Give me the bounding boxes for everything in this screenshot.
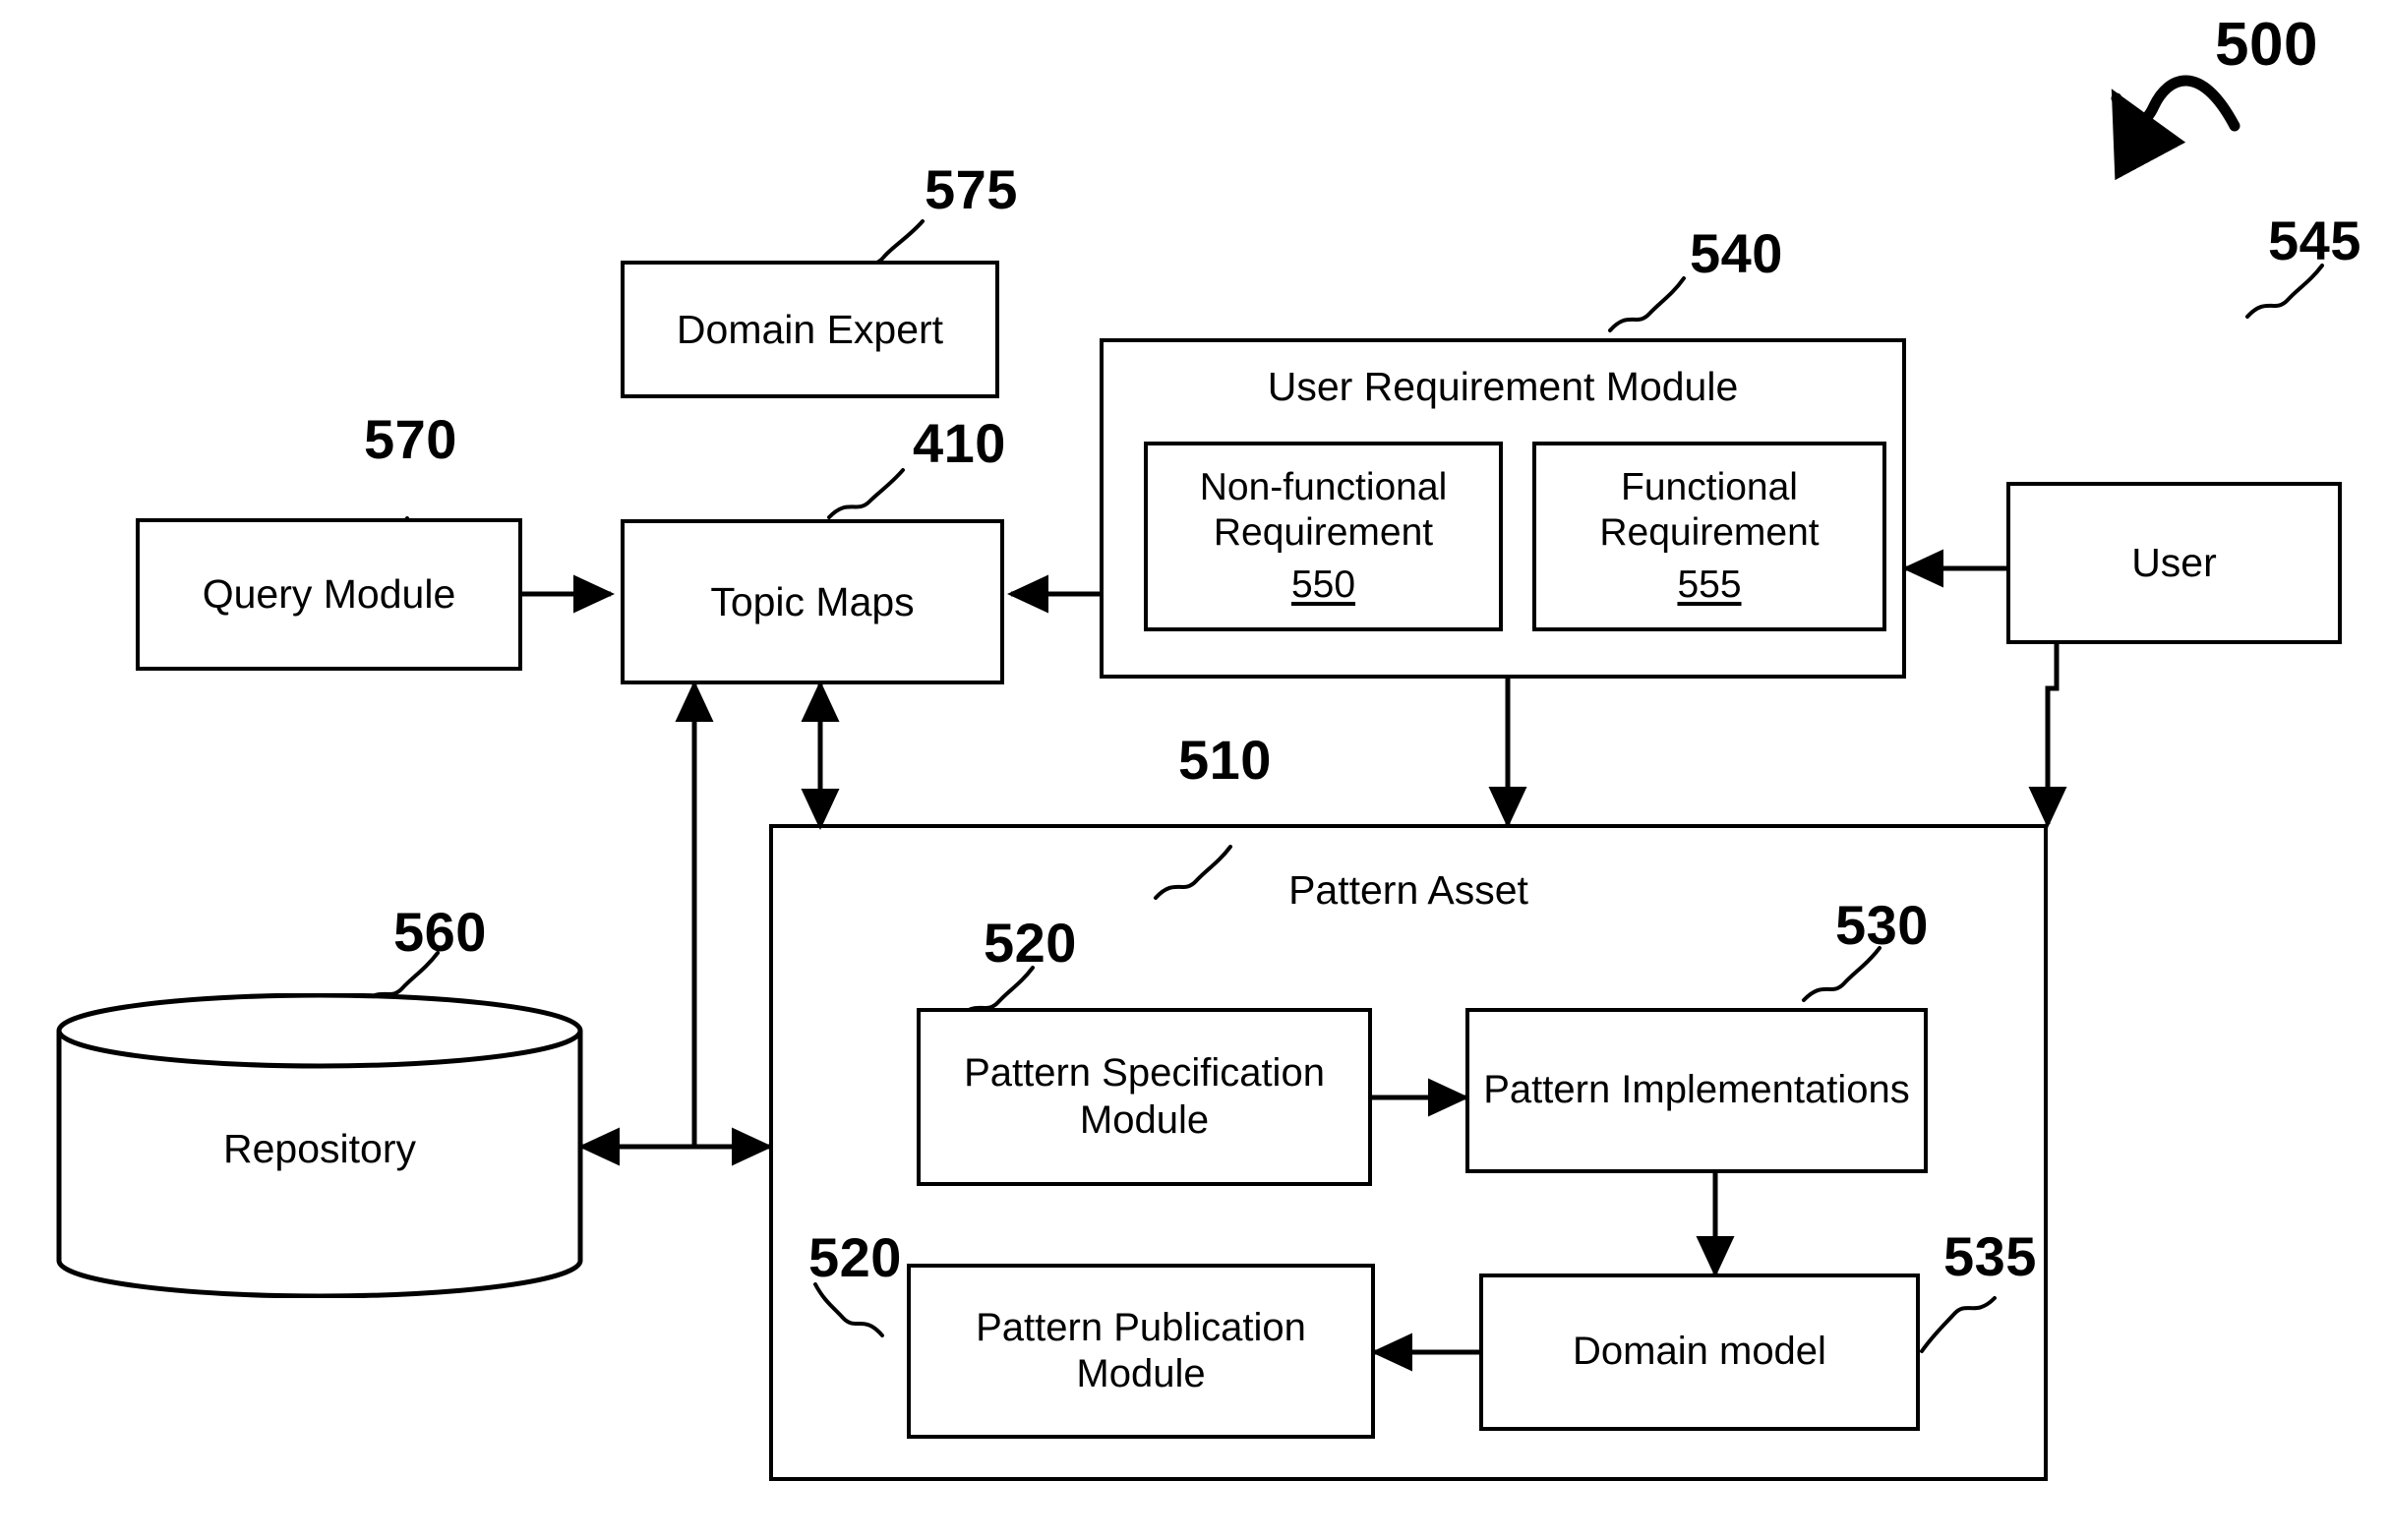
domain-model-label: Domain model — [1573, 1330, 1826, 1374]
node-pattern-implementations[interactable]: Pattern Implementations — [1465, 1008, 1928, 1173]
user-requirement-module-label: User Requirement Module — [1267, 364, 1739, 409]
ref-540: 540 — [1690, 222, 1783, 284]
ref-510: 510 — [1178, 729, 1272, 791]
repository-label: Repository — [223, 1126, 416, 1171]
node-query-module[interactable]: Query Module — [136, 518, 522, 671]
pattern-specification-module-label: Pattern Specification Module — [964, 1051, 1325, 1142]
domain-expert-label: Domain Expert — [676, 306, 944, 352]
non-functional-requirement-title: Non-functional Requirement — [1199, 466, 1448, 555]
ref-410: 410 — [913, 412, 1006, 474]
ref-560: 560 — [393, 901, 487, 963]
functional-requirement-ref: 555 — [1677, 563, 1742, 606]
node-user[interactable]: User — [2006, 482, 2342, 644]
node-functional-requirement[interactable]: Functional Requirement 555 — [1532, 442, 1886, 631]
figure-ref-500: 500 — [2215, 11, 2318, 79]
wire-user-to-pattern-asset — [2028, 644, 2067, 829]
pattern-implementations-label: Pattern Implementations — [1483, 1068, 1910, 1112]
functional-requirement-title: Functional Requirement — [1599, 466, 1820, 555]
non-functional-requirement-ref: 550 — [1290, 563, 1356, 606]
ref-520-specification: 520 — [984, 912, 1077, 974]
query-module-label: Query Module — [202, 571, 456, 618]
node-topic-maps[interactable]: Topic Maps — [621, 519, 1004, 684]
node-domain-expert[interactable]: Domain Expert — [621, 261, 999, 398]
non-functional-requirement-label: Non-functional Requirement 550 — [1148, 465, 1499, 607]
topic-maps-label: Topic Maps — [710, 578, 915, 624]
patent-figure-canvas: 500 575 Domain Expert 570 Query Module 4… — [0, 0, 2389, 1540]
user-label: User — [2131, 540, 2217, 586]
node-repository[interactable]: Repository — [54, 992, 585, 1299]
node-pattern-publication-module[interactable]: Pattern Publication Module — [907, 1264, 1375, 1439]
ref-520-publication: 520 — [808, 1226, 902, 1288]
node-pattern-specification-module[interactable]: Pattern Specification Module — [917, 1008, 1372, 1186]
ref-570: 570 — [364, 408, 457, 470]
leader-410 — [827, 468, 905, 519]
node-domain-model[interactable]: Domain model — [1479, 1273, 1920, 1431]
figure-ref-leader-500 — [2111, 75, 2240, 181]
functional-requirement-label: Functional Requirement 555 — [1536, 465, 1882, 607]
ref-575: 575 — [925, 158, 1018, 220]
leader-545 — [2245, 264, 2324, 319]
ref-545: 545 — [2268, 209, 2361, 271]
node-non-functional-requirement[interactable]: Non-functional Requirement 550 — [1144, 442, 1503, 631]
ref-530: 530 — [1835, 894, 1929, 956]
pattern-publication-module-label: Pattern Publication Module — [976, 1305, 1306, 1395]
leader-540 — [1608, 276, 1686, 332]
ref-535: 535 — [1943, 1225, 2037, 1287]
